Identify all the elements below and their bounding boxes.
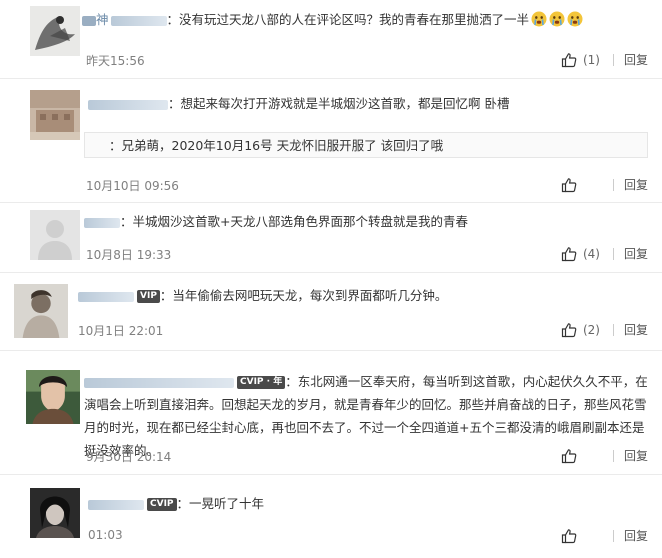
ink-painting-avatar[interactable] — [30, 6, 80, 56]
action-divider — [612, 323, 614, 336]
comment-body: 神 ：没有玩过天龙八部的人在评论区吗？我的青春在那里抛洒了一半 — [82, 8, 648, 31]
comment-text: ：想起来每次打开游戏就是半城烟沙这首歌，都是回忆啊 卧槽 — [168, 96, 510, 111]
vip-badge: VIP — [137, 290, 160, 303]
action-divider — [612, 529, 614, 542]
actor-avatar[interactable] — [26, 370, 80, 424]
comment-time: 10月8日 19:33 — [86, 248, 172, 262]
comment-body: CVIP ：一晃听了十年 — [88, 492, 648, 515]
thumbs-up-icon[interactable] — [561, 177, 577, 193]
action-divider — [612, 247, 614, 260]
comment-item: ：半城烟沙这首歌+天龙八部选角色界面那个转盘就是我的青春 10月8日 19:33… — [0, 202, 662, 273]
reply-button[interactable]: 回复 — [624, 447, 648, 464]
comment-actions: (2) 回复 — [561, 321, 648, 338]
comment-item: 神 ：没有玩过天龙八部的人在评论区吗？我的青春在那里抛洒了一半 昨天15:56 (… — [0, 0, 662, 79]
crying-emoji-icon — [567, 11, 583, 27]
comment-actions: (1) 回复 — [561, 51, 648, 68]
comment-text: ：没有玩过天龙八部的人在评论区吗？我的青春在那里抛洒了一半 — [166, 12, 530, 27]
comment-actions: (4) 回复 — [561, 245, 648, 262]
action-divider — [612, 53, 614, 66]
comment-time: 昨天15:56 — [86, 54, 145, 68]
comment-item: VIP ：当年偷偷去网吧玩天龙，每次到界面都听几分钟。 10月1日 22:01 (… — [0, 272, 662, 351]
default-user-avatar[interactable] — [30, 210, 80, 260]
comment-time: 9月30日 20:14 — [86, 450, 172, 464]
comment-time: 01:03 — [88, 528, 123, 542]
comment-actions: 回复 — [561, 527, 648, 544]
comment-time: 10月1日 22:01 — [78, 324, 164, 338]
action-divider — [612, 178, 614, 191]
thumbs-up-icon[interactable] — [561, 246, 577, 262]
portrait-avatar[interactable] — [14, 284, 68, 338]
quoted-text: ：兄弟萌，2020年10月16号 天龙怀旧服开服了 该回归了哦 — [109, 138, 444, 153]
vip-badge: CVIP — [147, 498, 177, 511]
reply-button[interactable]: 回复 — [624, 527, 648, 544]
comment-time: 10月10日 09:56 — [86, 179, 179, 193]
quoted-reply: ：兄弟萌，2020年10月16号 天龙怀旧服开服了 该回归了哦 — [84, 132, 648, 158]
comment-actions: 回复 — [561, 447, 648, 464]
comment-text: ：一晃听了十年 — [176, 496, 265, 511]
comment-item: CVIP ：一晃听了十年 01:03 回复 — [0, 474, 662, 558]
username-link-blur[interactable] — [84, 377, 234, 388]
comment-item: ：想起来每次打开游戏就是半城烟沙这首歌，都是回忆啊 卧槽 ：兄弟萌，2020年1… — [0, 78, 662, 203]
action-divider — [612, 449, 614, 462]
thumbs-up-icon[interactable] — [561, 52, 577, 68]
comment-text: ：当年偷偷去网吧玩天龙，每次到界面都听几分钟。 — [159, 288, 448, 303]
vip-badge: CVIP · 年 — [237, 376, 286, 389]
comment-body: ：想起来每次打开游戏就是半城烟沙这首歌，都是回忆啊 卧槽 — [88, 92, 648, 115]
crying-emoji-icon — [531, 11, 547, 27]
comment-text: ：半城烟沙这首歌+天龙八部选角色界面那个转盘就是我的青春 — [120, 214, 468, 229]
reply-button[interactable]: 回复 — [624, 51, 648, 68]
dark-portrait-avatar[interactable] — [30, 488, 80, 538]
thumbs-up-icon[interactable] — [561, 322, 577, 338]
username-link-blur[interactable] — [88, 99, 168, 110]
like-count: (2) — [582, 322, 600, 337]
comment-feed: 神 ：没有玩过天龙八部的人在评论区吗？我的青春在那里抛洒了一半 昨天15:56 (… — [0, 0, 662, 558]
building-avatar[interactable] — [30, 90, 80, 140]
like-count: (4) — [582, 246, 600, 261]
comment-item: CVIP · 年：东北网通一区奉天府，每当听到这首歌，内心起伏久久不平，在演唱会… — [0, 350, 662, 475]
thumbs-up-icon[interactable] — [561, 528, 577, 544]
comment-body: ：半城烟沙这首歌+天龙八部选角色界面那个转盘就是我的青春 — [84, 210, 648, 233]
username-text[interactable]: 神 — [96, 12, 109, 27]
username-link-blur[interactable] — [78, 291, 134, 302]
reply-button[interactable]: 回复 — [624, 176, 648, 193]
reply-button[interactable]: 回复 — [624, 321, 648, 338]
username-link[interactable] — [82, 15, 96, 26]
comment-actions: 回复 — [561, 176, 648, 193]
username-link-blur[interactable] — [110, 15, 167, 26]
thumbs-up-icon[interactable] — [561, 448, 577, 464]
like-count: (1) — [582, 52, 600, 67]
reply-button[interactable]: 回复 — [624, 245, 648, 262]
crying-emoji-icon — [549, 11, 565, 27]
comment-body: VIP ：当年偷偷去网吧玩天龙，每次到界面都听几分钟。 — [78, 284, 648, 307]
username-link-blur[interactable] — [88, 499, 144, 510]
username-link-blur[interactable] — [84, 217, 120, 228]
